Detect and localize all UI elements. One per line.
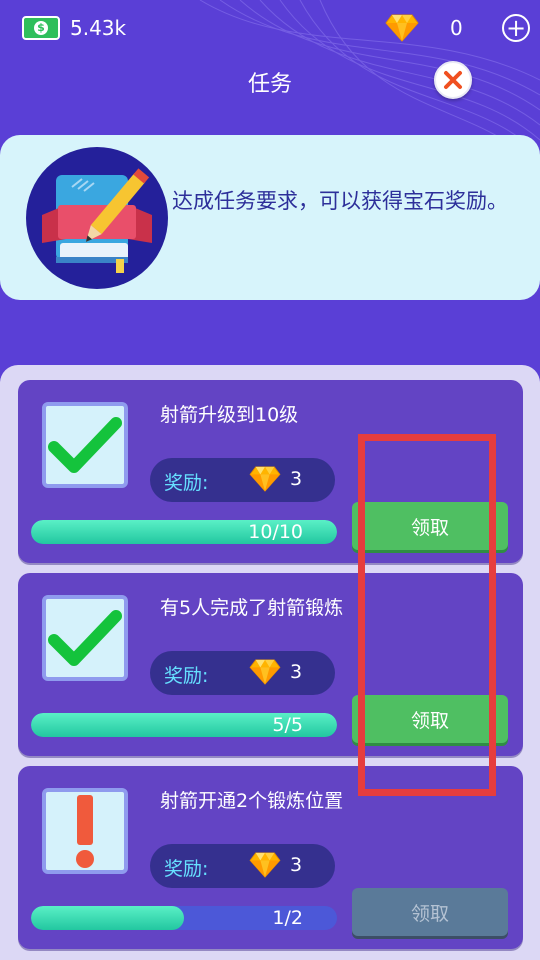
banner-description: 达成任务要求，可以获得宝石奖励。 [172,189,508,213]
gem-count: 0 [450,16,463,40]
gem-icon [249,466,281,492]
task-title: 射箭开通2个锻炼位置 [160,790,344,812]
reward-pill: 奖励: 3 [150,844,335,888]
reward-count: 3 [290,854,303,876]
dollar-symbol: $ [34,21,48,35]
task-progress-bar: 1/2 [31,906,337,930]
top-bar: $ 5.43k 0 + [0,0,540,60]
progress-fill [31,906,184,930]
task-status-box [42,402,128,488]
close-icon [444,71,462,89]
reward-pill: 奖励: 3 [150,458,335,502]
cash-value: 5.43k [70,16,127,40]
cash-icon: $ [22,16,60,40]
close-button[interactable] [434,61,472,99]
gem-icon [249,852,281,878]
reward-label: 奖励: [164,858,209,880]
claim-button-disabled[interactable]: 领取 [352,888,508,936]
reward-label: 奖励: [164,665,209,687]
progress-text: 1/2 [272,907,303,929]
task-status-box [42,595,128,681]
progress-text: 5/5 [272,714,303,736]
task-status-box [42,788,128,874]
task-progress-bar: 10/10 [31,520,337,544]
check-icon [48,417,122,473]
progress-text: 10/10 [248,521,303,543]
gem-icon [249,659,281,685]
reward-pill: 奖励: 3 [150,651,335,695]
gem-icon [385,14,419,42]
task-title: 射箭升级到10级 [160,404,299,426]
plus-icon: + [505,14,527,42]
add-gems-button[interactable]: + [502,14,530,42]
task-progress-bar: 5/5 [31,713,337,737]
reward-label: 奖励: [164,472,209,494]
reward-count: 3 [290,468,303,490]
reward-count: 3 [290,661,303,683]
task-book-icon [26,147,168,289]
task-title: 有5人完成了射箭锻炼 [160,597,344,619]
highlight-rectangle [358,434,496,796]
check-icon [48,610,122,666]
exclamation-icon [76,795,94,868]
book-pencil-illustration [42,168,152,273]
intro-banner: 达成任务要求，可以获得宝石奖励。 [0,135,540,300]
